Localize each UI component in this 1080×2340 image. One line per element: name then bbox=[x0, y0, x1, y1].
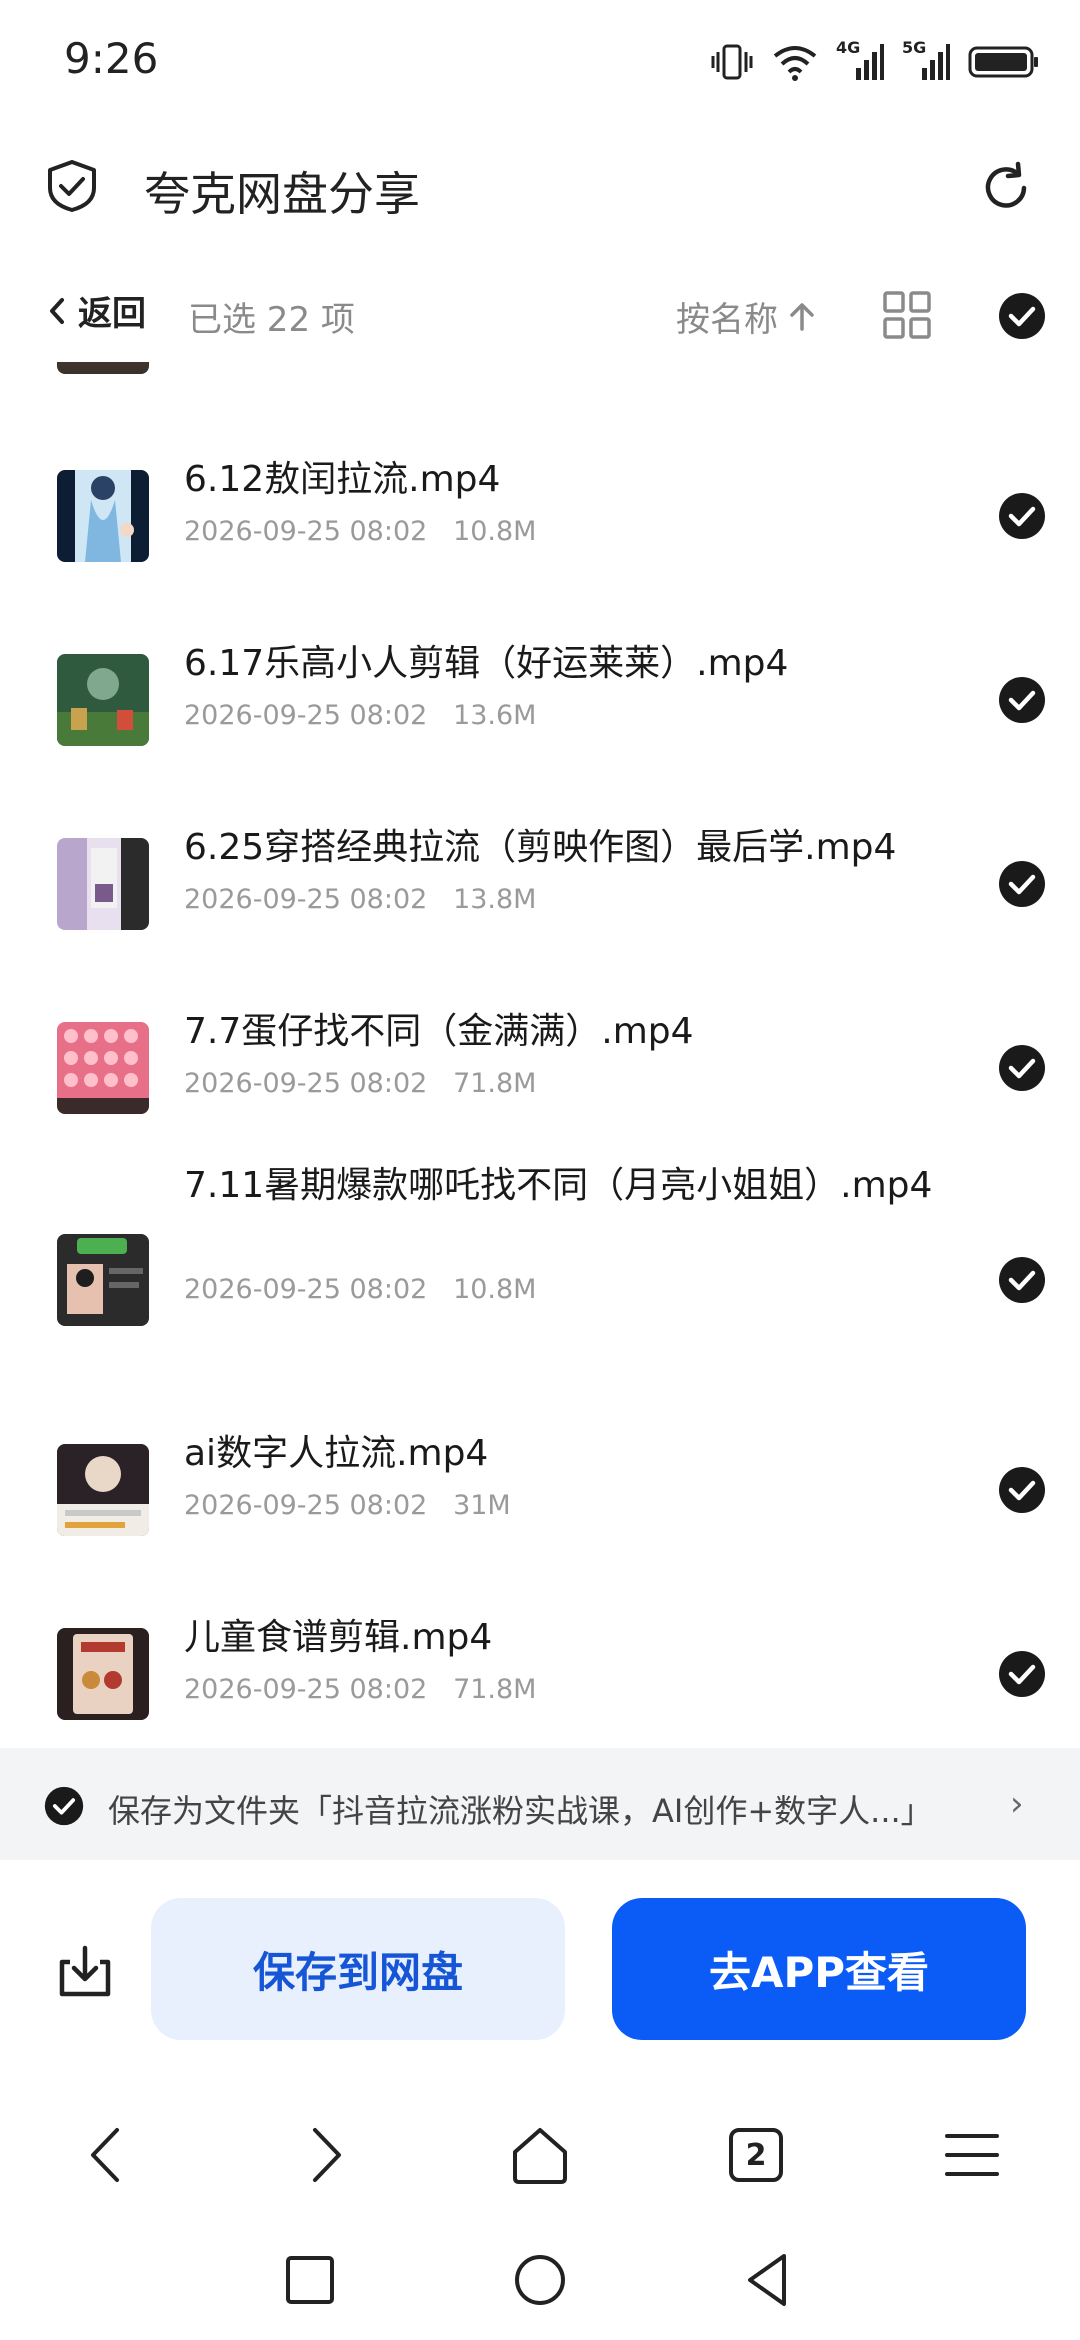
recent-apps-icon[interactable] bbox=[278, 2248, 342, 2312]
file-row[interactable]: 儿童食谱剪辑.mp4 2026-09-25 08:02 71.8M bbox=[0, 1617, 1080, 1744]
page-title: 夸克网盘分享 bbox=[144, 167, 420, 221]
file-row[interactable]: 7.11暑期爆款哪吒找不同（月亮小姐姐）.mp4 2026-09-25 08:0… bbox=[0, 1165, 1080, 1364]
partial-thumbnail bbox=[57, 362, 149, 374]
file-date: 2026-09-25 08:02 bbox=[184, 1068, 428, 1099]
arrow-up-icon bbox=[790, 302, 814, 331]
file-meta: 2026-09-25 08:02 31M bbox=[184, 1490, 511, 1521]
file-thumbnail bbox=[57, 1022, 149, 1114]
file-name: 7.7蛋仔找不同（金满满）.mp4 bbox=[184, 1011, 694, 1052]
file-size: 10.8M bbox=[453, 1274, 537, 1305]
file-size: 31M bbox=[453, 1490, 511, 1521]
file-name: 6.12敖闰拉流.mp4 bbox=[184, 459, 501, 500]
chevron-left-icon bbox=[50, 297, 64, 324]
file-thumbnail bbox=[57, 838, 149, 930]
file-name: 7.11暑期爆款哪吒找不同（月亮小姐姐）.mp4 bbox=[184, 1165, 933, 1206]
select-all-check-icon[interactable] bbox=[998, 292, 1046, 340]
download-icon[interactable] bbox=[56, 1942, 114, 2000]
check-icon[interactable] bbox=[998, 1650, 1046, 1698]
sort-label: 按名称 bbox=[676, 300, 778, 340]
file-row[interactable]: 7.7蛋仔找不同（金满满）.mp4 2026-09-25 08:02 71.8M bbox=[0, 1011, 1080, 1138]
file-date: 2026-09-25 08:02 bbox=[184, 884, 428, 915]
shield-check-icon[interactable] bbox=[44, 158, 100, 214]
file-thumbnail bbox=[57, 654, 149, 746]
check-icon[interactable] bbox=[998, 1466, 1046, 1514]
file-thumbnail bbox=[57, 1444, 149, 1536]
file-size: 71.8M bbox=[453, 1068, 537, 1099]
file-date: 2026-09-25 08:02 bbox=[184, 1674, 428, 1705]
forward-arrow-icon[interactable] bbox=[289, 2120, 359, 2190]
file-meta: 2026-09-25 08:02 71.8M bbox=[184, 1068, 536, 1099]
file-date: 2026-09-25 08:02 bbox=[184, 516, 428, 547]
file-row[interactable]: 6.25穿搭经典拉流（剪映作图）最后学.mp4 2026-09-25 08:02… bbox=[0, 827, 1080, 954]
file-size: 10.8M bbox=[453, 516, 537, 547]
file-size: 71.8M bbox=[453, 1674, 537, 1705]
status-icons: 4G 5G bbox=[710, 38, 1040, 86]
check-icon[interactable] bbox=[998, 860, 1046, 908]
chevron-right-icon[interactable]: › bbox=[1010, 1784, 1024, 1824]
home-icon[interactable] bbox=[505, 2120, 575, 2190]
check-icon[interactable] bbox=[998, 1044, 1046, 1092]
file-list: 6.12敖闰拉流.mp4 2026-09-25 08:02 10.8M 6.17… bbox=[0, 362, 1080, 1748]
back-triangle-icon[interactable] bbox=[738, 2248, 802, 2312]
file-meta: 2026-09-25 08:02 10.8M bbox=[184, 516, 536, 547]
file-meta: 2026-09-25 08:02 71.8M bbox=[184, 1674, 536, 1705]
grid-view-icon[interactable] bbox=[882, 290, 932, 340]
wifi-icon bbox=[773, 46, 817, 81]
menu-icon[interactable] bbox=[937, 2120, 1007, 2190]
file-date: 2026-09-25 08:02 bbox=[184, 700, 428, 731]
back-button[interactable]: 返回 bbox=[46, 286, 146, 335]
file-meta: 2026-09-25 08:02 13.6M bbox=[184, 700, 536, 731]
file-size: 13.8M bbox=[453, 884, 537, 915]
file-name: 6.17乐高小人剪辑（好运莱莱）.mp4 bbox=[184, 643, 789, 684]
sort-button[interactable]: 按名称 bbox=[676, 292, 816, 341]
file-date: 2026-09-25 08:02 bbox=[184, 1274, 428, 1305]
file-meta: 2026-09-25 08:02 10.8M bbox=[184, 1274, 536, 1305]
back-arrow-icon[interactable] bbox=[73, 2120, 143, 2190]
file-thumbnail bbox=[57, 470, 149, 562]
save-as-folder-text: 保存为文件夹「抖音拉流涨粉实战课，AI创作+数字人...」 bbox=[108, 1792, 933, 1830]
check-icon[interactable] bbox=[998, 492, 1046, 540]
tab-count: 2 bbox=[745, 2137, 767, 2173]
status-time: 9:26 bbox=[64, 34, 159, 83]
check-icon[interactable] bbox=[998, 676, 1046, 724]
save-to-drive-button[interactable]: 保存到网盘 bbox=[151, 1898, 565, 2040]
network-5g-label: 5G bbox=[902, 38, 927, 57]
file-row[interactable]: 6.17乐高小人剪辑（好运莱莱）.mp4 2026-09-25 08:02 13… bbox=[0, 643, 1080, 770]
file-name: 6.25穿搭经典拉流（剪映作图）最后学.mp4 bbox=[184, 827, 897, 868]
file-name: ai数字人拉流.mp4 bbox=[184, 1433, 489, 1474]
back-label: 返回 bbox=[78, 294, 146, 334]
selected-count: 已选 22 项 bbox=[188, 300, 355, 340]
vibrate-icon bbox=[711, 44, 753, 80]
signal-4g-icon: 4G bbox=[836, 38, 884, 82]
refresh-icon[interactable] bbox=[978, 160, 1034, 216]
file-thumbnail bbox=[57, 1628, 149, 1720]
check-icon[interactable] bbox=[998, 1256, 1046, 1304]
check-icon[interactable] bbox=[44, 1786, 84, 1826]
file-size: 13.6M bbox=[453, 700, 537, 731]
file-thumbnail bbox=[57, 1234, 149, 1326]
signal-5g-icon: 5G bbox=[902, 38, 950, 82]
file-meta: 2026-09-25 08:02 13.8M bbox=[184, 884, 536, 915]
network-4g-label: 4G bbox=[836, 38, 861, 57]
home-circle-icon[interactable] bbox=[508, 2248, 572, 2312]
file-row[interactable]: 6.12敖闰拉流.mp4 2026-09-25 08:02 10.8M bbox=[0, 459, 1080, 586]
file-date: 2026-09-25 08:02 bbox=[184, 1490, 428, 1521]
file-name: 儿童食谱剪辑.mp4 bbox=[184, 1617, 493, 1658]
file-row[interactable]: ai数字人拉流.mp4 2026-09-25 08:02 31M bbox=[0, 1433, 1080, 1560]
battery-icon bbox=[968, 46, 1038, 78]
tabs-button[interactable]: 2 bbox=[721, 2120, 791, 2190]
open-in-app-button[interactable]: 去APP查看 bbox=[612, 1898, 1026, 2040]
